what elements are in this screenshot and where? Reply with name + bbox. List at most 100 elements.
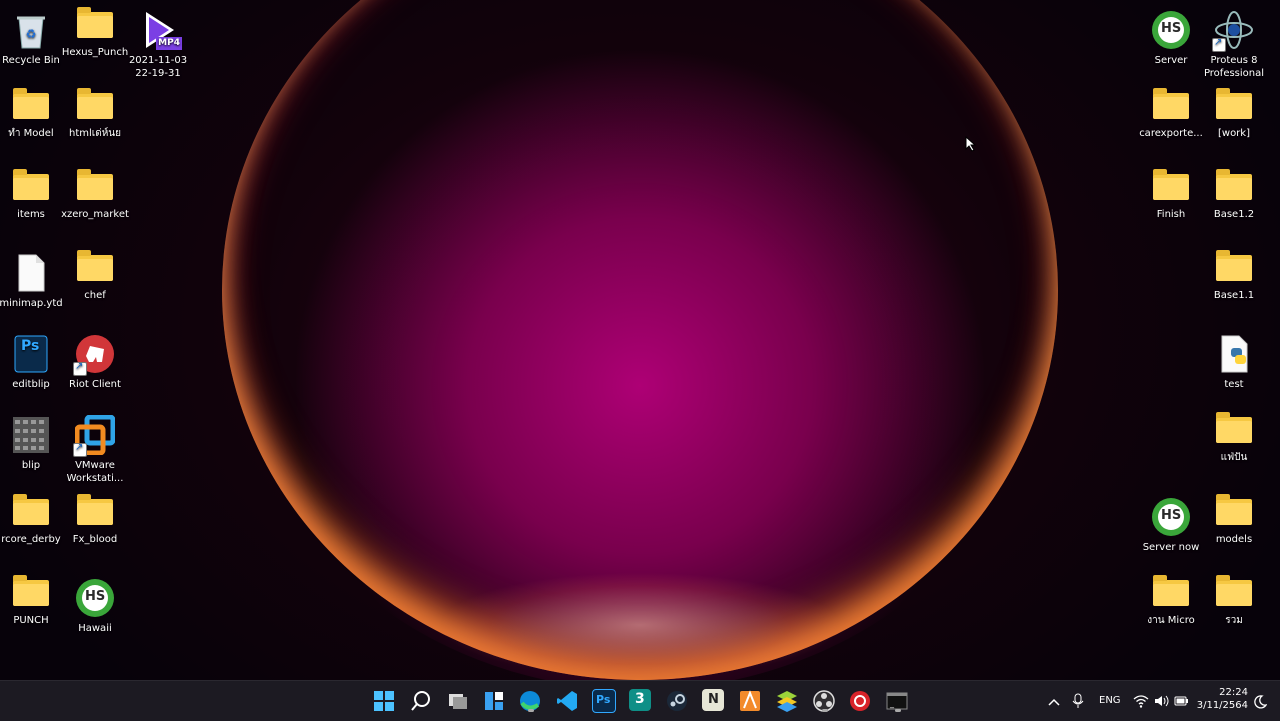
desktop-icon-folder-models[interactable]: models bbox=[1203, 491, 1265, 569]
desktop-wallpaper bbox=[0, 0, 1280, 680]
photoshop-file-icon: Ps bbox=[11, 334, 51, 374]
desktop-icon-folder-carexporter[interactable]: carexporte... bbox=[1139, 85, 1203, 163]
battery-plug-icon bbox=[1174, 696, 1188, 706]
riot-client-icon bbox=[73, 334, 115, 376]
desktop-icon-folder-thai[interactable]: แฟ่ปัน bbox=[1203, 409, 1265, 487]
desktop-icon-folder-ruam[interactable]: รวม bbox=[1203, 572, 1265, 650]
desktop-icon-editblip[interactable]: Ps editblip bbox=[0, 328, 62, 406]
vmware-icon bbox=[73, 414, 116, 457]
clock-time: 22:24 bbox=[1219, 687, 1248, 698]
photoshop-icon: Ps bbox=[596, 693, 611, 706]
wallpaper-bottom-glow bbox=[390, 560, 890, 680]
desktop-icon-folder-items[interactable]: items bbox=[0, 166, 62, 244]
folder-icon bbox=[1216, 412, 1252, 443]
running-indicator bbox=[528, 709, 534, 712]
task-view-icon bbox=[449, 694, 467, 709]
folder-icon bbox=[1153, 88, 1189, 119]
garena-button[interactable] bbox=[848, 689, 872, 713]
shortcut-arrow-icon bbox=[73, 360, 87, 376]
hs-server-icon: HS bbox=[1151, 10, 1191, 50]
folder-icon bbox=[1216, 169, 1252, 200]
widgets-icon bbox=[485, 692, 503, 710]
proteus-icon bbox=[1212, 10, 1254, 52]
svg-text:♻: ♻ bbox=[26, 27, 37, 41]
3ds-max-icon: 3 bbox=[635, 691, 645, 707]
sublime-button[interactable] bbox=[738, 689, 762, 713]
desktop-icon-folder-chef[interactable]: chef bbox=[64, 247, 126, 325]
terminal-button[interactable]: _ bbox=[885, 689, 909, 713]
desktop-icon-recycle-bin[interactable]: ♻ Recycle Bin bbox=[0, 4, 62, 82]
photoshop-button[interactable]: Ps bbox=[592, 689, 616, 713]
vscode-button[interactable] bbox=[555, 689, 579, 713]
hs-server-icon: HS bbox=[75, 578, 115, 618]
desktop-icon-test-python[interactable]: test bbox=[1203, 328, 1265, 406]
nvim-button[interactable]: N bbox=[702, 689, 724, 711]
steam-button[interactable] bbox=[665, 689, 689, 713]
obs-button[interactable] bbox=[812, 689, 836, 713]
desktop-icon-video-file[interactable]: MP4 2021-11-03 22-19-31 bbox=[127, 4, 189, 82]
clock-date: 3/11/2564 bbox=[1196, 700, 1248, 711]
blank-file-icon bbox=[11, 253, 51, 293]
folder-icon bbox=[1153, 575, 1189, 606]
search-button[interactable] bbox=[409, 689, 433, 713]
desktop-icon-proteus[interactable]: Proteus 8 Professional bbox=[1203, 4, 1265, 82]
desktop-icon-vmware[interactable]: VMware Workstati... bbox=[64, 409, 126, 487]
desktop-icon-folder-punch[interactable]: PUNCH bbox=[0, 572, 62, 650]
folder-icon bbox=[77, 169, 113, 200]
shortcut-arrow-icon bbox=[1212, 36, 1226, 52]
desktop-icon-minimap-file[interactable]: minimap.ytd bbox=[0, 247, 63, 325]
steam-icon bbox=[667, 691, 687, 711]
desktop-icon-folder-rcore-derby[interactable]: rcore_derby bbox=[0, 491, 62, 569]
desktop-icon-folder-model[interactable]: ทำ Model bbox=[0, 85, 62, 163]
moon-icon bbox=[1254, 695, 1268, 709]
bluestacks-button[interactable] bbox=[775, 689, 799, 713]
folder-icon bbox=[77, 494, 113, 525]
folder-icon bbox=[77, 250, 113, 281]
recycle-bin-icon: ♻ bbox=[11, 10, 51, 50]
volume-button[interactable] bbox=[1153, 693, 1169, 713]
desktop-icon-blip[interactable]: blip bbox=[0, 409, 62, 487]
desktop-icon-folder-html[interactable]: htmlเด่ห์นย bbox=[64, 85, 126, 163]
vscode-icon bbox=[557, 691, 577, 711]
desktop-icon-folder-xzero-market[interactable]: xzero_market bbox=[61, 166, 129, 244]
desktop-icon-folder-base12[interactable]: Base1.2 bbox=[1203, 166, 1265, 244]
desktop-icon-hawaii[interactable]: HS Hawaii bbox=[64, 572, 126, 650]
3ds-max-button[interactable]: 3 bbox=[629, 689, 651, 711]
wifi-icon bbox=[1133, 695, 1149, 708]
desktop-icon-folder-micro[interactable]: งาน Micro bbox=[1140, 572, 1202, 650]
desktop-icon-folder-finish[interactable]: Finish bbox=[1140, 166, 1202, 244]
folder-icon bbox=[13, 88, 49, 119]
network-button[interactable] bbox=[1133, 693, 1149, 713]
task-view-button[interactable] bbox=[446, 689, 470, 713]
show-hidden-icons-button[interactable] bbox=[1047, 694, 1061, 713]
desktop-icon-folder-fx-blood[interactable]: Fx_blood bbox=[64, 491, 126, 569]
desktop-icon-folder-base11[interactable]: Base1.1 bbox=[1203, 247, 1265, 325]
running-indicator bbox=[822, 709, 828, 712]
desktop-icon-folder-work[interactable]: [work] bbox=[1203, 85, 1265, 163]
focus-assist-button[interactable] bbox=[1253, 694, 1268, 713]
start-button[interactable] bbox=[372, 689, 396, 713]
language-indicator[interactable]: ENG bbox=[1099, 695, 1121, 706]
microphone-button[interactable] bbox=[1071, 693, 1085, 713]
folder-icon bbox=[1216, 575, 1252, 606]
running-indicator bbox=[895, 709, 901, 712]
sublime-icon bbox=[740, 690, 760, 711]
edge-button[interactable] bbox=[518, 689, 542, 713]
speaker-icon bbox=[1155, 695, 1169, 707]
start-icon bbox=[374, 691, 394, 711]
desktop-icon-server[interactable]: HS Server bbox=[1140, 4, 1202, 82]
folder-icon bbox=[13, 494, 49, 525]
desktop-icon-server-now[interactable]: HS Server now bbox=[1140, 491, 1202, 569]
folder-icon bbox=[1216, 250, 1252, 281]
microphone-icon bbox=[1072, 693, 1084, 708]
desktop-icon-riot-client[interactable]: Riot Client bbox=[64, 328, 126, 406]
widgets-button[interactable] bbox=[482, 689, 506, 713]
desktop-icon-hexus-punch[interactable]: Hexus_Punch bbox=[62, 4, 128, 82]
garena-icon bbox=[850, 691, 870, 711]
shortcut-arrow-icon bbox=[73, 441, 87, 457]
battery-button[interactable] bbox=[1173, 693, 1189, 713]
folder-icon bbox=[1216, 494, 1252, 525]
mp4-file-icon: MP4 bbox=[138, 10, 182, 50]
clock[interactable]: 22:24 3/11/2564 bbox=[1196, 687, 1248, 711]
mouse-cursor-icon bbox=[965, 136, 977, 152]
